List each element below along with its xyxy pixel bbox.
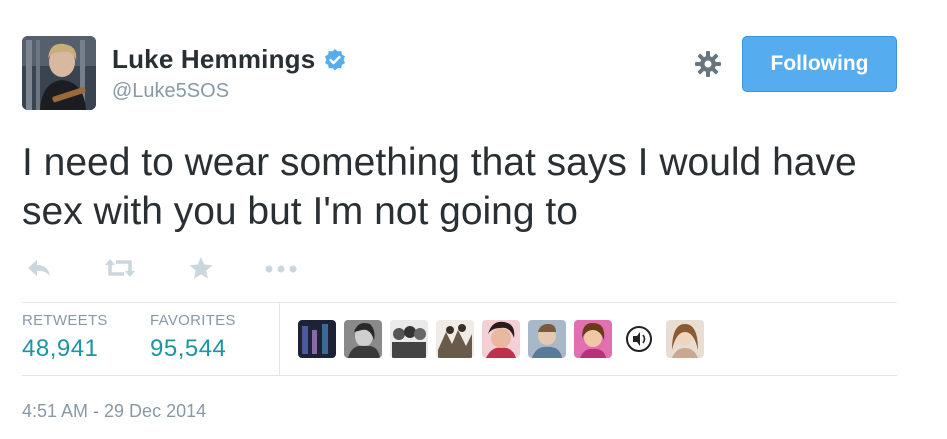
user-avatar-1-icon[interactable] — [298, 320, 336, 358]
more-icon[interactable] — [264, 262, 298, 280]
favorited-by-avatars — [298, 320, 704, 358]
retweets-stat[interactable]: RETWEETS 48,941 — [22, 312, 108, 363]
user-avatar-4-icon[interactable] — [436, 320, 474, 358]
verified-badge-icon — [323, 48, 347, 72]
user-avatar-8-icon[interactable] — [620, 320, 658, 358]
user-avatar-2-icon[interactable] — [344, 320, 382, 358]
user-avatar-9-icon[interactable] — [666, 320, 704, 358]
following-button[interactable]: Following — [742, 36, 897, 92]
user-avatar-3-icon[interactable] — [390, 320, 428, 358]
user-avatar-7-icon[interactable] — [574, 320, 612, 358]
user-name-row: Luke Hemmings — [112, 44, 347, 75]
stats-divider — [279, 303, 280, 375]
user-avatar-6-icon[interactable] — [528, 320, 566, 358]
user-handle[interactable]: @Luke5SOS — [112, 80, 229, 103]
retweets-count: 48,941 — [22, 335, 99, 362]
favorite-icon[interactable] — [188, 256, 214, 285]
profile-avatar[interactable] — [22, 36, 96, 110]
divider-bottom — [22, 375, 897, 376]
user-name[interactable]: Luke Hemmings — [112, 44, 315, 75]
favorites-count: 95,544 — [150, 335, 227, 362]
favorites-stat[interactable]: FAVORITES 95,544 — [150, 312, 236, 363]
divider-top — [22, 302, 897, 303]
gear-icon[interactable] — [694, 50, 722, 78]
retweets-label: RETWEETS — [22, 312, 108, 329]
profile-photo-icon — [22, 36, 96, 110]
reply-icon[interactable] — [26, 256, 52, 285]
retweet-icon[interactable] — [104, 256, 136, 285]
favorites-label: FAVORITES — [150, 312, 236, 329]
tweet-timestamp[interactable]: 4:51 AM - 29 Dec 2014 — [22, 401, 206, 422]
user-avatar-5-icon[interactable] — [482, 320, 520, 358]
tweet-text: I need to wear something that says I wou… — [22, 141, 857, 233]
